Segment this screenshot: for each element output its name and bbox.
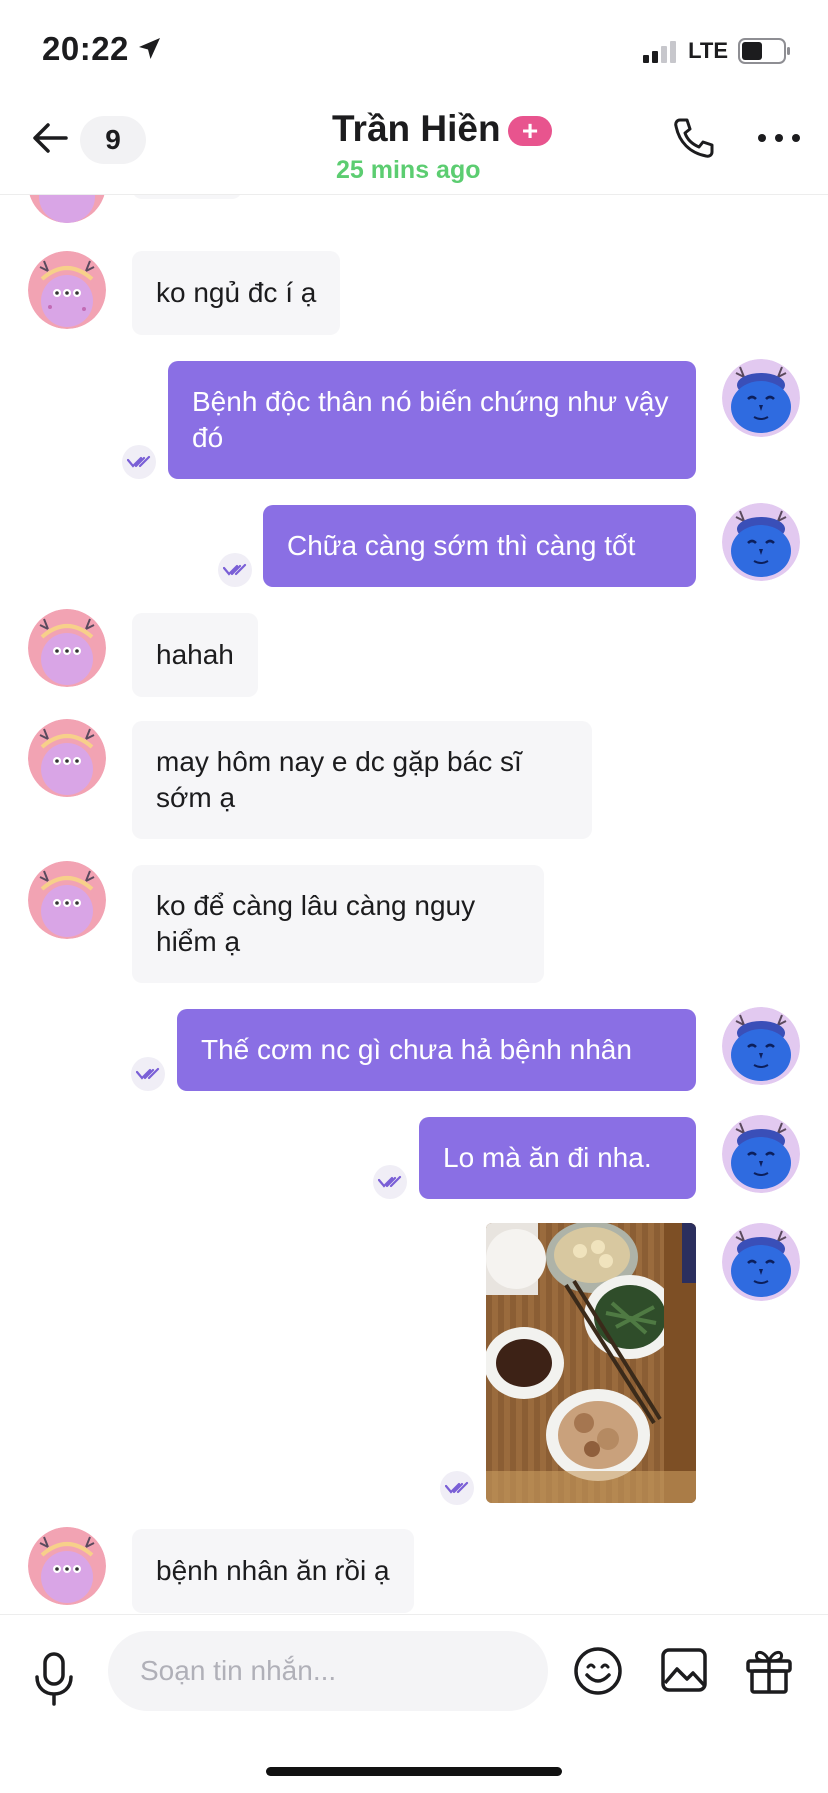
status-bar: 20:22 LTE — [0, 0, 828, 96]
pink-monster-avatar-icon — [28, 609, 106, 687]
user-avatar[interactable] — [722, 359, 800, 437]
status-time: 20:22 — [42, 30, 129, 67]
network-label: LTE — [688, 38, 728, 63]
message-text: Chữa càng sớm thì càng tốt — [287, 530, 636, 561]
user-avatar[interactable] — [722, 503, 800, 581]
user-avatar[interactable] — [722, 1223, 800, 1301]
incoming-message[interactable]: ko để càng lâu càng nguy hiểm ạ — [132, 865, 544, 983]
message-text: ko ngủ đc í ạ — [156, 277, 317, 308]
outgoing-message[interactable]: Thế cơm nc gì chưa hả bệnh nhân — [177, 1009, 696, 1091]
microphone-icon[interactable] — [32, 1651, 76, 1707]
outgoing-message[interactable]: Lo mà ăn đi nha. — [419, 1117, 696, 1199]
incoming-message[interactable]: haha — [132, 195, 243, 200]
incoming-message[interactable]: ko ngủ đc í ạ — [132, 251, 341, 335]
last-seen-status: 25 mins ago — [336, 156, 481, 184]
read-receipt-icon — [373, 1165, 407, 1199]
message-text: Lo mà ăn đi nha. — [443, 1142, 652, 1173]
pink-monster-avatar-icon — [28, 1527, 106, 1605]
food-photo-message[interactable] — [486, 1223, 696, 1503]
pink-monster-avatar-icon — [28, 861, 106, 939]
blue-monster-avatar-icon — [722, 359, 800, 437]
blue-monster-avatar-icon — [722, 1007, 800, 1085]
message-text: haha — [156, 195, 218, 200]
status-indicators: LTE — [642, 38, 792, 64]
outgoing-message[interactable]: Bệnh độc thân nó biến chứng như vậy đó — [168, 361, 696, 479]
blue-monster-avatar-icon — [722, 1223, 800, 1301]
more-icon[interactable] — [756, 116, 802, 160]
incoming-message[interactable]: may hôm nay e dc gặp bác sĩ sớm ạ — [132, 721, 592, 839]
message-list[interactable]: haha ko ngủ đc í ạ Bệnh độc thân nó biến… — [0, 195, 828, 1613]
pink-monster-avatar-icon — [28, 251, 106, 329]
message-input[interactable] — [108, 1631, 548, 1711]
home-indicator — [266, 1767, 562, 1776]
message-text: Thế cơm nc gì chưa hả bệnh nhân — [201, 1034, 632, 1065]
back-arrow-icon[interactable] — [30, 118, 70, 158]
plus-badge: + — [508, 116, 552, 146]
incoming-message[interactable]: hahah — [132, 613, 258, 697]
user-avatar[interactable] — [722, 1115, 800, 1193]
pink-monster-avatar-icon — [28, 719, 106, 797]
blue-monster-avatar-icon — [722, 1115, 800, 1193]
contact-avatar[interactable] — [28, 719, 106, 797]
read-receipt-icon — [122, 445, 156, 479]
pink-monster-avatar-icon — [29, 195, 105, 223]
battery-icon — [738, 38, 790, 64]
contact-avatar[interactable] — [28, 195, 106, 223]
read-receipt-icon — [218, 553, 252, 587]
read-receipt-icon — [131, 1057, 165, 1091]
read-receipt-icon — [440, 1471, 474, 1505]
contact-avatar[interactable] — [28, 251, 106, 329]
message-text: Bệnh độc thân nó biến chứng như vậy đó — [192, 386, 669, 453]
meal-photo-image — [486, 1223, 696, 1503]
contact-avatar[interactable] — [28, 1527, 106, 1605]
message-text: hahah — [156, 639, 234, 670]
blue-monster-avatar-icon — [722, 503, 800, 581]
location-arrow-icon — [139, 38, 160, 59]
outgoing-message[interactable]: Chữa càng sớm thì càng tốt — [263, 505, 696, 587]
contact-name[interactable]: Trần Hiền — [332, 108, 501, 150]
contact-avatar[interactable] — [28, 609, 106, 687]
message-text: may hôm nay e dc gặp bác sĩ sớm ạ — [156, 746, 522, 813]
gift-icon[interactable] — [744, 1645, 794, 1695]
image-icon[interactable] — [660, 1647, 708, 1693]
chat-header: 9 Trần Hiền + 25 mins ago — [0, 96, 828, 195]
incoming-message[interactable]: bệnh nhân ăn rồi ạ — [132, 1529, 414, 1613]
phone-icon[interactable] — [670, 114, 718, 162]
message-composer — [0, 1614, 828, 1793]
signal-icon — [643, 41, 677, 63]
message-text: ko để càng lâu càng nguy hiểm ạ — [156, 890, 476, 957]
message-text: bệnh nhân ăn rồi ạ — [156, 1555, 390, 1586]
contact-avatar[interactable] — [28, 861, 106, 939]
user-avatar[interactable] — [722, 1007, 800, 1085]
emoji-icon[interactable] — [572, 1645, 624, 1697]
unread-count-badge[interactable]: 9 — [80, 116, 146, 164]
